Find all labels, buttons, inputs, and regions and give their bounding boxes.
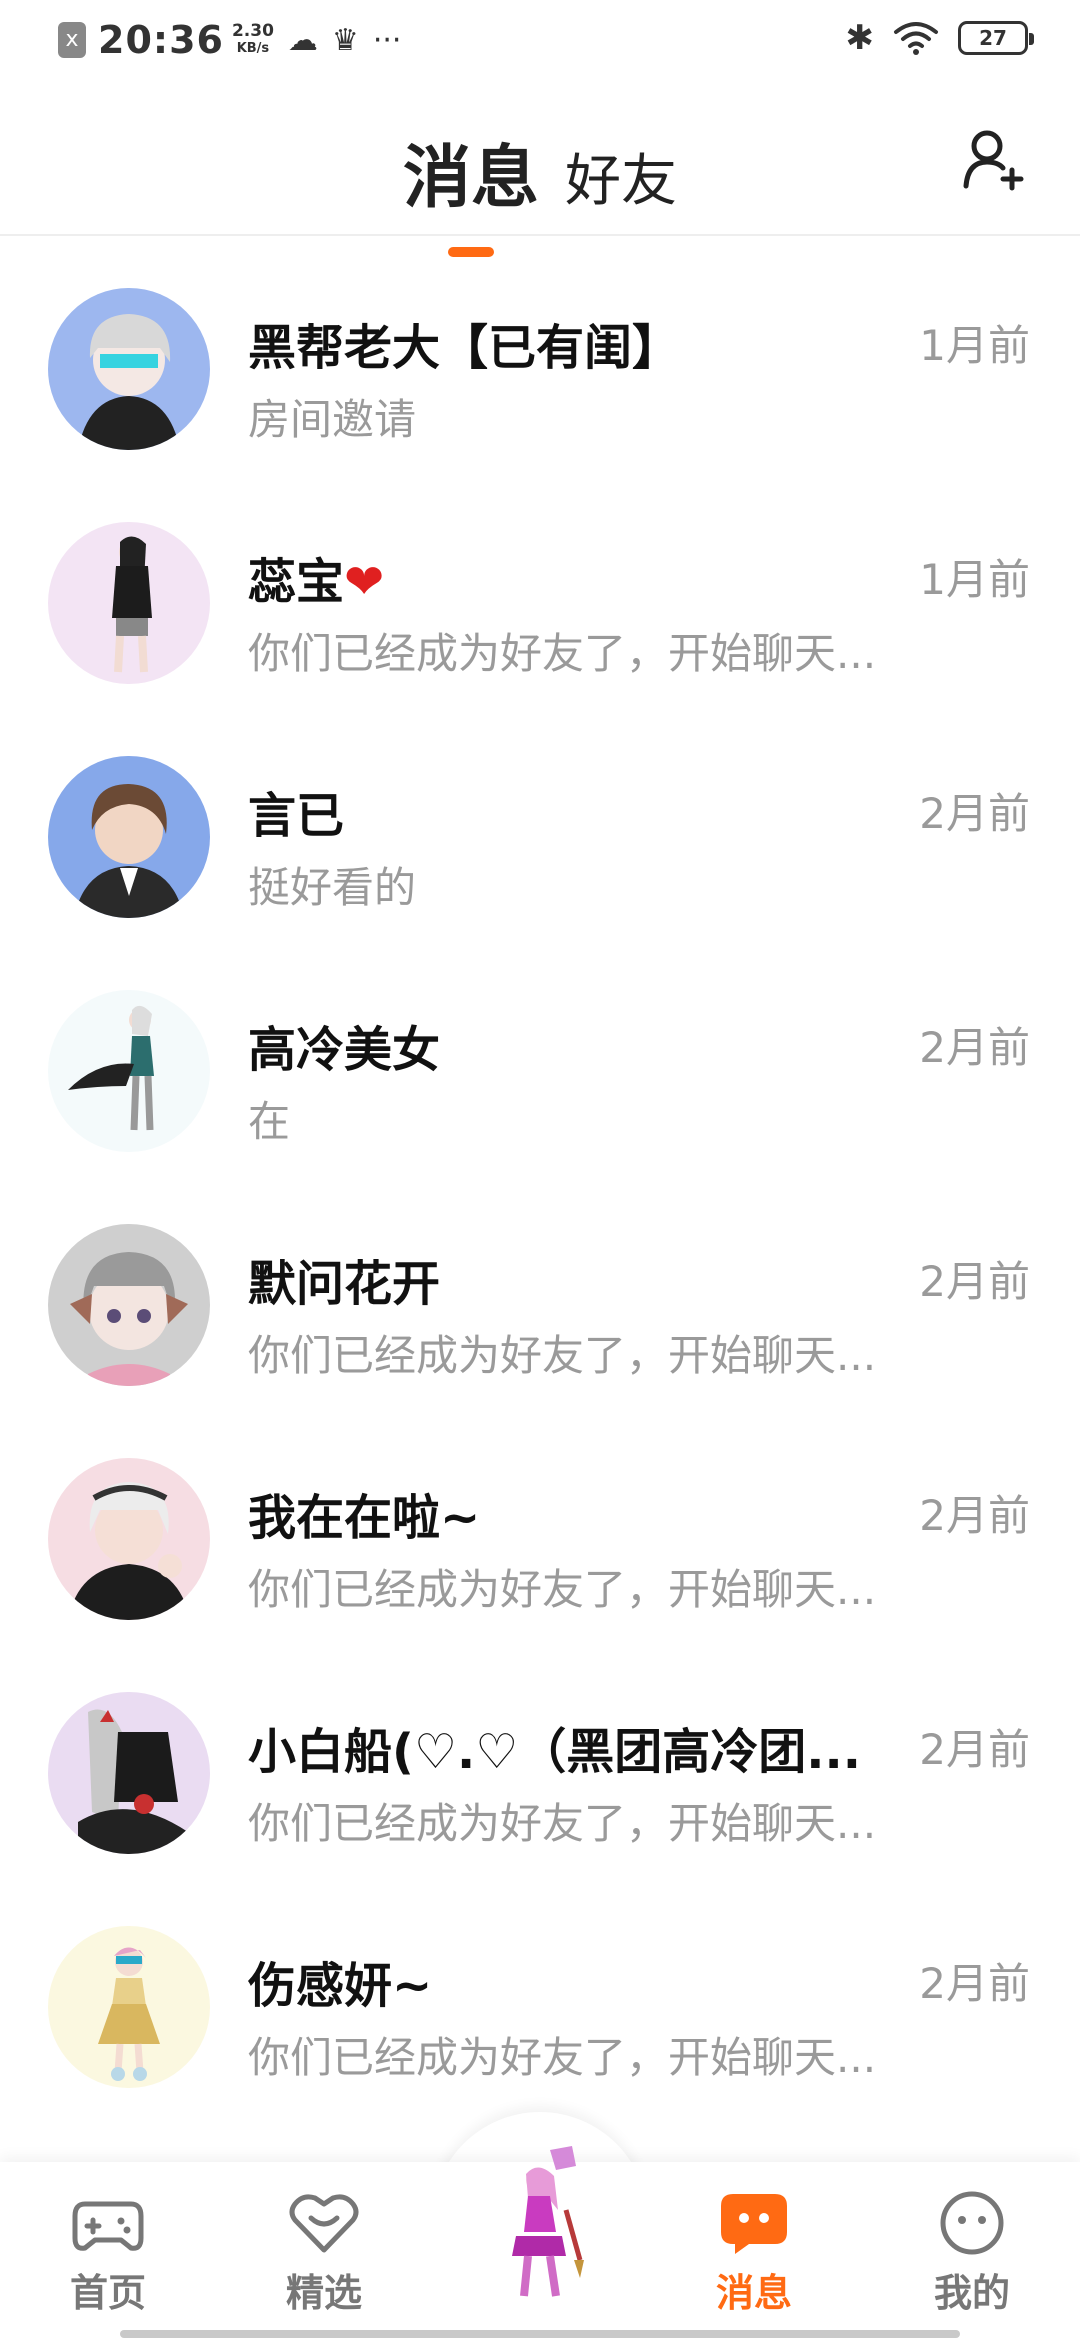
message-time: 2月前 xyxy=(919,1959,1030,2008)
crown-icon: ♛ xyxy=(331,22,359,58)
conversation-name: 伤感妍~ xyxy=(248,1958,433,2014)
heart-icon: ❤ xyxy=(344,554,385,610)
message-time: 2月前 xyxy=(919,1257,1030,1306)
avatar[interactable] xyxy=(48,288,210,450)
avatar[interactable] xyxy=(48,1224,210,1386)
conversation-name: 蕊宝❤ xyxy=(248,554,385,610)
message-time: 1月前 xyxy=(919,321,1030,370)
cloud-icon: ☁ xyxy=(287,22,318,58)
conversation-name: 默问花开 xyxy=(248,1256,441,1312)
conversation-name: 黑帮老大【已有闺】 xyxy=(248,320,681,376)
gamepad-icon xyxy=(72,2201,144,2251)
avatar[interactable] xyxy=(48,1926,210,2088)
nav-featured[interactable]: 精选 xyxy=(254,2190,394,2317)
message-preview: 你们已经成为好友了，开始聊天... xyxy=(248,629,877,678)
notification-close-icon: x xyxy=(58,22,86,58)
bluetooth-icon: ✱ xyxy=(845,18,875,58)
home-indicator[interactable] xyxy=(120,2330,960,2338)
conversation-name: 言已 xyxy=(248,788,345,844)
message-preview: 挺好看的 xyxy=(248,863,417,912)
clock: 20:36 xyxy=(98,18,224,62)
avatar[interactable] xyxy=(48,1458,210,1620)
nav-messages[interactable]: 消息 xyxy=(684,2190,824,2317)
message-preview: 你们已经成为好友了，开始聊天... xyxy=(248,1331,877,1380)
avatar[interactable] xyxy=(48,1692,210,1854)
wifi-icon xyxy=(894,22,938,55)
message-preview: 你们已经成为好友了，开始聊天... xyxy=(248,1565,877,1614)
nav-label: 首页 xyxy=(69,2271,146,2315)
status-bar: x 20:36 2.30 KB/s ☁ ♛ ··· ✱ 27 xyxy=(0,0,1080,86)
conversation-list: 黑帮老大【已有闺】 房间邀请 1月前 蕊宝❤ 你们已经成为好友了，开始聊天...… xyxy=(0,238,1080,2110)
conversation-row[interactable]: 伤感妍~ 你们已经成为好友了，开始聊天... 2月前 xyxy=(0,1876,1080,2110)
top-header: 消息 好友 xyxy=(0,86,1080,257)
avatar[interactable] xyxy=(48,522,210,684)
conversation-row[interactable]: 我在在啦~ 你们已经成为好友了，开始聊天... 2月前 xyxy=(0,1408,1080,1642)
message-preview: 你们已经成为好友了，开始聊天... xyxy=(248,1799,877,1848)
heart-badge-icon xyxy=(289,2194,359,2253)
message-preview: 房间邀请 xyxy=(248,395,417,444)
message-time: 2月前 xyxy=(919,1491,1030,1540)
message-time: 2月前 xyxy=(919,789,1030,838)
message-time: 1月前 xyxy=(919,555,1030,604)
tab-bar: 消息 好友 xyxy=(0,122,1080,257)
nav-label: 消息 xyxy=(715,2271,792,2315)
message-icon xyxy=(721,2194,787,2254)
nav-label: 精选 xyxy=(285,2271,362,2315)
tab-friends[interactable]: 好友 xyxy=(565,136,677,221)
message-time: 2月前 xyxy=(919,1725,1030,1774)
conversation-row[interactable]: 黑帮老大【已有闺】 房间邀请 1月前 xyxy=(0,238,1080,472)
message-time: 2月前 xyxy=(919,1023,1030,1072)
conversation-row[interactable]: 蕊宝❤ 你们已经成为好友了，开始聊天... 1月前 xyxy=(0,472,1080,706)
nav-profile[interactable]: 我的 xyxy=(902,2190,1042,2317)
conversation-name: 我在在啦~ xyxy=(248,1490,481,1546)
battery-icon: 27 xyxy=(958,21,1034,55)
message-preview: 在 xyxy=(248,1097,291,1146)
nav-label: 我的 xyxy=(933,2271,1010,2315)
nav-home[interactable]: 首页 xyxy=(38,2190,178,2317)
conversation-row[interactable]: 高冷美女 在 2月前 xyxy=(0,940,1080,1174)
tab-messages[interactable]: 消息 xyxy=(403,122,539,257)
more-icon: ··· xyxy=(372,22,402,58)
avatar-figure-icon[interactable] xyxy=(480,2140,600,2310)
network-speed: 2.30 KB/s xyxy=(231,21,274,56)
conversation-row[interactable]: 默问花开 你们已经成为好友了，开始聊天... 2月前 xyxy=(0,1174,1080,1408)
avatar[interactable] xyxy=(48,990,210,1152)
conversation-name: 高冷美女 xyxy=(248,1022,441,1078)
conversation-name: 小白船(♡.♡（黑团高冷团... xyxy=(248,1724,861,1780)
conversation-row[interactable]: 言已 挺好看的 2月前 xyxy=(0,706,1080,940)
add-user-icon[interactable] xyxy=(960,126,1026,192)
message-preview: 你们已经成为好友了，开始聊天... xyxy=(248,2033,877,2082)
conversation-row[interactable]: 小白船(♡.♡（黑团高冷团... 你们已经成为好友了，开始聊天... 2月前 xyxy=(0,1642,1080,1876)
face-icon xyxy=(940,2191,1004,2255)
avatar[interactable] xyxy=(48,756,210,918)
